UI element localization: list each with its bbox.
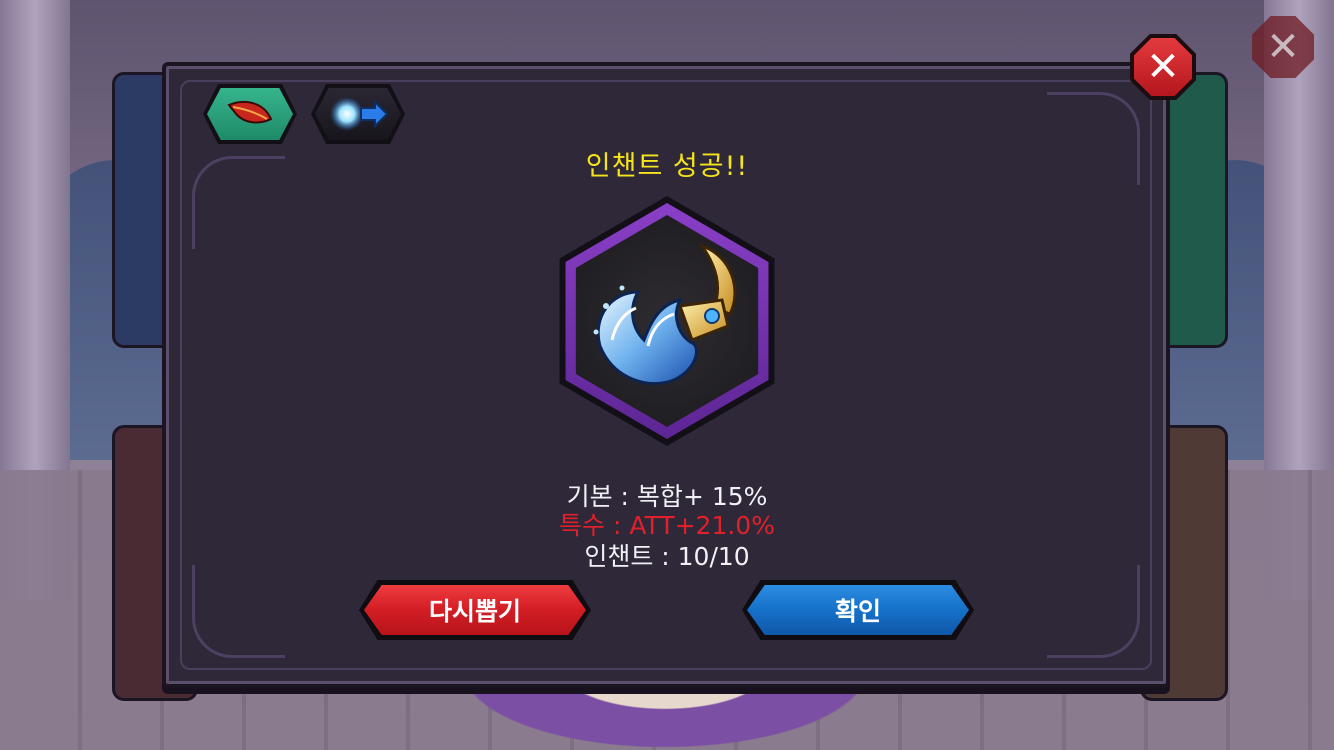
tab-feather[interactable] bbox=[203, 84, 297, 144]
energy-burst-arrow-icon bbox=[330, 97, 389, 131]
confirm-button[interactable]: 확인 bbox=[742, 580, 974, 640]
confirm-button-label: 확인 bbox=[747, 585, 969, 635]
enchant-level: 인챈트 : 10/10 bbox=[584, 542, 750, 571]
water-wave-claw-icon bbox=[593, 243, 737, 385]
close-icon: ✕ bbox=[1134, 38, 1192, 96]
background-close-icon: ✕ bbox=[1252, 16, 1314, 78]
redraw-button-label: 다시뽑기 bbox=[364, 585, 586, 635]
dialog-title: 인챈트 성공!! bbox=[585, 151, 749, 182]
tab-spark[interactable] bbox=[311, 84, 405, 144]
corner-ornament bbox=[192, 565, 285, 658]
close-button[interactable]: ✕ bbox=[1130, 34, 1196, 100]
corner-ornament bbox=[1047, 565, 1140, 658]
red-feather-icon bbox=[227, 101, 273, 124]
redraw-button[interactable]: 다시뽑기 bbox=[359, 580, 591, 640]
